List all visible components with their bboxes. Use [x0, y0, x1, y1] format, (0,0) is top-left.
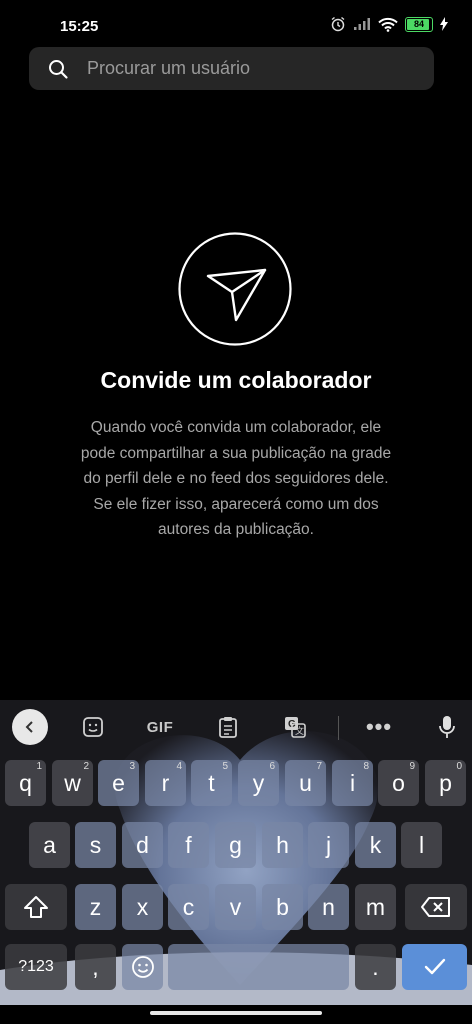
charging-icon [440, 17, 448, 31]
backspace-icon [421, 897, 450, 917]
key-m[interactable]: m [355, 884, 396, 930]
symbols-key[interactable]: ?123 [5, 944, 67, 990]
key-t[interactable]: t5 [191, 760, 232, 806]
status-time: 15:25 [60, 18, 99, 35]
translate-icon[interactable]: G文 [280, 710, 310, 744]
key-h[interactable]: h [262, 822, 303, 868]
key-j[interactable]: j [308, 822, 349, 868]
more-label: ••• [365, 714, 393, 739]
more-icon[interactable]: ••• [362, 710, 396, 744]
empty-state-description: Quando você convida um colaborador, ele … [80, 419, 392, 538]
emoji-key[interactable] [122, 944, 163, 990]
battery-icon: 84 [405, 16, 433, 32]
key-i[interactable]: i8 [332, 760, 373, 806]
empty-state-title: Convide um colaborador [100, 367, 372, 393]
mic-icon[interactable] [434, 710, 460, 744]
key-w[interactable]: w2 [52, 760, 93, 806]
key-r[interactable]: r4 [145, 760, 186, 806]
key-comma[interactable]: , [75, 944, 116, 990]
back-icon[interactable] [12, 709, 48, 745]
search-bar[interactable] [29, 47, 434, 90]
key-a[interactable]: a [29, 822, 70, 868]
signal-icon [354, 18, 370, 30]
key-f[interactable]: f [168, 822, 209, 868]
checkmark-icon [424, 958, 445, 975]
search-input[interactable] [85, 57, 409, 80]
key-g[interactable]: g [215, 822, 256, 868]
toolbar-divider [338, 716, 339, 740]
space-bar[interactable] [168, 944, 349, 990]
svg-text:文: 文 [295, 725, 304, 737]
emoji-icon [131, 956, 154, 978]
key-o[interactable]: o9 [378, 760, 419, 806]
gif-label: GIF [146, 718, 174, 736]
key-q[interactable]: q1 [5, 760, 46, 806]
key-v[interactable]: v [215, 884, 256, 930]
key-b[interactable]: b [262, 884, 303, 930]
shift-key[interactable] [5, 884, 67, 930]
alarm-icon [331, 16, 345, 32]
enter-key[interactable] [402, 944, 467, 990]
key-y[interactable]: y6 [238, 760, 279, 806]
key-s[interactable]: s [75, 822, 116, 868]
gif-button[interactable]: GIF [140, 710, 180, 744]
key-z[interactable]: z [75, 884, 116, 930]
backspace-key[interactable] [405, 884, 467, 930]
status-bar: 15:25 84 [0, 0, 472, 46]
key-p[interactable]: p0 [425, 760, 466, 806]
shift-icon [24, 896, 48, 918]
keyboard-toolbar: GIF G文 ••• [0, 700, 472, 754]
key-u[interactable]: u7 [285, 760, 326, 806]
search-icon [49, 59, 68, 79]
battery-level: 84 [413, 19, 424, 29]
clipboard-icon[interactable] [213, 710, 243, 744]
key-period[interactable]: . [355, 944, 396, 990]
key-l[interactable]: l [401, 822, 442, 868]
sticker-icon[interactable] [78, 710, 108, 744]
key-x[interactable]: x [122, 884, 163, 930]
keyboard: GIF G文 ••• q1 w2 e3 r4 t5 y6 u7 i8 o9 p0… [0, 700, 472, 1005]
key-k[interactable]: k [355, 822, 396, 868]
key-c[interactable]: c [168, 884, 209, 930]
send-icon [178, 232, 292, 346]
home-indicator[interactable] [150, 1011, 322, 1015]
key-e[interactable]: e3 [98, 760, 139, 806]
wifi-icon [378, 17, 398, 32]
key-n[interactable]: n [308, 884, 349, 930]
key-d[interactable]: d [122, 822, 163, 868]
status-icons: 84 [330, 16, 448, 32]
